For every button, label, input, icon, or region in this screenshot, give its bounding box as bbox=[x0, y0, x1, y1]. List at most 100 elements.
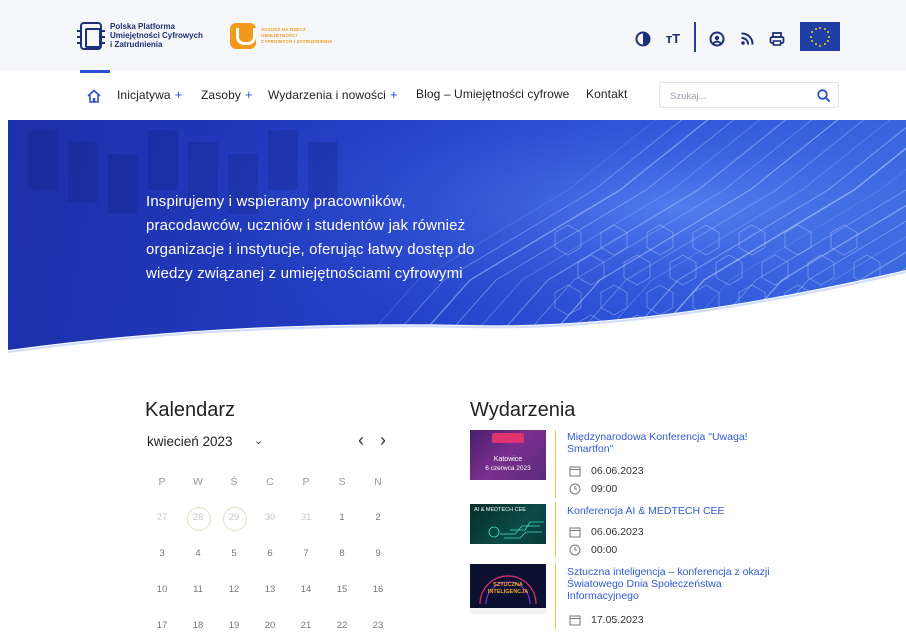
calendar-day[interactable]: 21 bbox=[288, 608, 324, 644]
eu-star-icon bbox=[826, 40, 829, 42]
main-navigation: Inicjatywa + Zasoby + Wydarzenia i nowości… bbox=[0, 70, 906, 120]
eu-flag-icon[interactable] bbox=[800, 22, 840, 51]
weekday-label: P bbox=[158, 476, 166, 488]
calendar-month-select[interactable]: kwiecień 2023 bbox=[147, 434, 233, 449]
account-icon[interactable] bbox=[708, 30, 726, 48]
calendar-day[interactable]: 30 bbox=[252, 500, 288, 536]
nav-item-blog[interactable]: Blog – Umiejętności cyfrowe bbox=[416, 87, 569, 101]
hero-line: organizacje i instytucje, oferując łatwy… bbox=[146, 241, 475, 258]
event-date-value: 17.05.2023 bbox=[591, 614, 644, 626]
platform-logo-icon[interactable] bbox=[77, 22, 105, 50]
sojusz-logo-text[interactable]: SOJUSZ NA RZECZ UMIEJĘTNOŚCI CYFROWYCH I… bbox=[261, 27, 341, 45]
rss-icon[interactable] bbox=[738, 30, 756, 48]
calendar-day[interactable]: 10 bbox=[144, 572, 180, 608]
nav-item-label: Inicjatywa bbox=[117, 88, 171, 102]
calendar-day[interactable]: 5 bbox=[216, 536, 252, 572]
hero-line: Inspirujemy i wspieramy pracowników, bbox=[146, 193, 406, 210]
calendar-day[interactable]: 2 bbox=[360, 500, 396, 536]
nav-item-zasoby[interactable]: Zasoby + bbox=[201, 87, 253, 102]
weekday-label: P bbox=[302, 476, 310, 488]
events-title: Wydarzenia bbox=[470, 399, 576, 421]
calendar-day[interactable]: 15 bbox=[324, 572, 360, 608]
calendar-day[interactable]: 11 bbox=[180, 572, 216, 608]
eu-star-icon bbox=[810, 35, 812, 38]
toolbar-divider bbox=[694, 22, 696, 52]
calendar-day[interactable]: 16 bbox=[360, 572, 396, 608]
nav-item-kontakt[interactable]: Kontakt bbox=[586, 87, 627, 101]
clock-icon bbox=[569, 544, 581, 556]
thumb-caption: Katowice bbox=[493, 456, 523, 463]
thumb-caption: SZTUCZNA bbox=[493, 582, 523, 588]
calendar-day[interactable]: 7 bbox=[288, 536, 324, 572]
event-link[interactable]: Międzynarodowa Konferencja "Uwaga! Smart… bbox=[567, 431, 777, 455]
event-time-value: 09:00 bbox=[591, 483, 618, 495]
font-size-icon[interactable]: тT bbox=[662, 30, 684, 48]
calendar-next-button[interactable]: › bbox=[380, 430, 386, 451]
print-icon[interactable] bbox=[768, 30, 786, 48]
calendar-day[interactable]: 4 bbox=[180, 536, 216, 572]
nav-item-label: Zasoby bbox=[201, 88, 241, 102]
thumb-caption: INTELIGENCJA bbox=[487, 589, 529, 595]
calendar-day[interactable]: 20 bbox=[252, 608, 288, 644]
hero-line: pracodawców, uczniów i studentów jak rów… bbox=[146, 217, 466, 234]
event-thumbnail[interactable]: SZTUCZNA INTELIGENCJA bbox=[470, 564, 546, 614]
calendar-day[interactable]: 14 bbox=[288, 572, 324, 608]
event-date-value: 06.06.2023 bbox=[591, 526, 644, 538]
calendar-day[interactable]: 13 bbox=[252, 572, 288, 608]
weekday-label: S bbox=[338, 476, 346, 488]
expand-icon: + bbox=[244, 87, 253, 102]
event-date-value: 06.06.2023 bbox=[591, 465, 644, 477]
search-icon[interactable] bbox=[816, 88, 832, 104]
calendar-day[interactable]: 9 bbox=[360, 536, 396, 572]
event-thumbnail[interactable]: AI & MEDTECH CEE bbox=[470, 504, 546, 544]
calendar-day[interactable]: 22 bbox=[324, 608, 360, 644]
eu-star-icon bbox=[823, 27, 826, 30]
calendar-day[interactable]: 17 bbox=[144, 608, 180, 644]
partner-line: CYFROWYCH I ZATRUDNIENIA bbox=[261, 39, 333, 44]
weekday-label: C bbox=[266, 476, 274, 488]
event-divider bbox=[555, 562, 556, 630]
calendar-day[interactable]: 18 bbox=[180, 608, 216, 644]
calendar-day[interactable]: 29 bbox=[216, 500, 252, 536]
calendar-day[interactable]: 6 bbox=[252, 536, 288, 572]
expand-icon: + bbox=[174, 87, 183, 102]
nav-item-wydarzenia[interactable]: Wydarzenia i nowości + bbox=[268, 87, 398, 102]
calendar-title: Kalendarz bbox=[145, 399, 236, 421]
event-divider bbox=[555, 430, 556, 498]
active-indicator bbox=[80, 70, 110, 73]
calendar-icon bbox=[569, 466, 581, 477]
eu-star-icon bbox=[823, 43, 826, 46]
calendar-prev-button[interactable]: ‹ bbox=[358, 430, 364, 451]
logo-line: Polska Platforma bbox=[110, 22, 175, 31]
calendar-day[interactable]: 31 bbox=[288, 500, 324, 536]
nav-item-label: Wydarzenia i nowości bbox=[268, 88, 386, 102]
calendar-day[interactable]: 28 bbox=[180, 500, 216, 536]
contrast-icon[interactable] bbox=[634, 30, 652, 48]
calendar-day[interactable]: 27 bbox=[144, 500, 180, 536]
hero-line: wiedzy związanej z umiejętnościami cyfro… bbox=[146, 265, 463, 282]
calendar-icon bbox=[569, 615, 581, 626]
calendar-day[interactable]: 3 bbox=[144, 536, 180, 572]
search-input[interactable] bbox=[670, 88, 810, 104]
calendar-day[interactable]: 1 bbox=[324, 500, 360, 536]
eu-star-icon bbox=[826, 31, 829, 33]
expand-icon: + bbox=[389, 87, 398, 102]
calendar-day[interactable]: 12 bbox=[216, 572, 252, 608]
event-link[interactable]: Sztuczna inteligencja – konferencja z ok… bbox=[567, 566, 777, 602]
nav-item-inicjatywa[interactable]: Inicjatywa + bbox=[117, 87, 182, 102]
calendar-day[interactable]: 8 bbox=[324, 536, 360, 572]
platform-logo-text[interactable]: Polska Platforma Umiejętności Cyfrowych … bbox=[110, 22, 222, 49]
weekday-label: N bbox=[374, 476, 382, 488]
event-time-value: 00:00 bbox=[591, 544, 618, 556]
sojusz-logo-icon[interactable] bbox=[230, 23, 256, 49]
event-link[interactable]: Konferencja AI & MEDTECH CEE bbox=[567, 505, 777, 517]
event-thumbnail[interactable]: Katowice 6 czerwca 2023 bbox=[470, 430, 546, 480]
clock-icon bbox=[569, 483, 581, 495]
chevron-down-icon[interactable]: ⌄ bbox=[254, 434, 263, 447]
calendar-day[interactable]: 23 bbox=[360, 608, 396, 644]
calendar-day[interactable]: 19 bbox=[216, 608, 252, 644]
logo-line: Umiejętności Cyfrowych bbox=[110, 31, 203, 40]
event-divider bbox=[555, 502, 556, 558]
font-size-label: тT bbox=[665, 31, 681, 46]
home-icon[interactable] bbox=[86, 88, 102, 104]
